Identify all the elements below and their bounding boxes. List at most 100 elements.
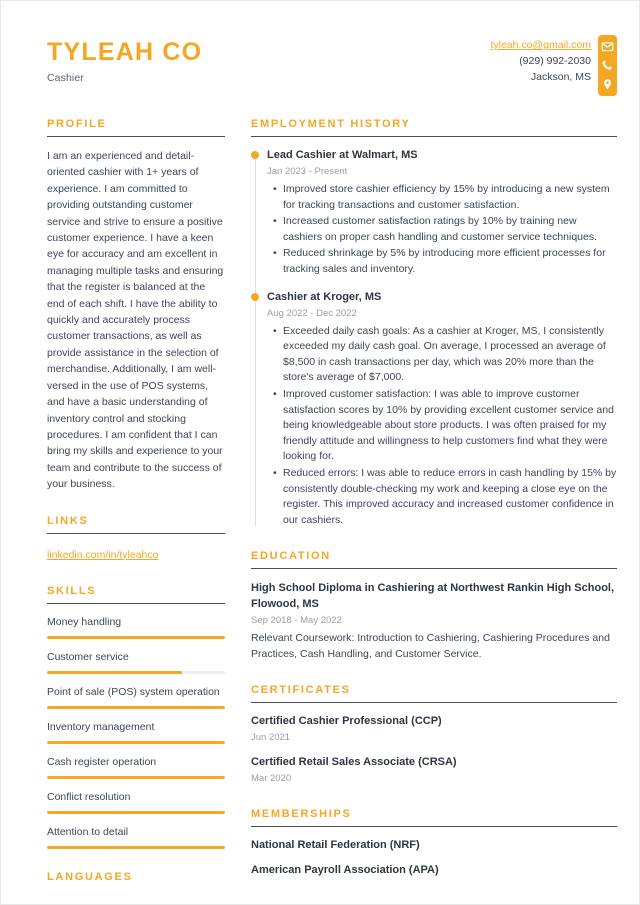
membership-entry: National Retail Federation (NRF)	[251, 839, 420, 852]
employment-bullet: Reduced errors: I was able to reduce err…	[273, 466, 617, 528]
skill-row: Money handling	[47, 615, 225, 639]
skills-list: Money handling Customer service Point of s…	[47, 615, 225, 849]
envelope-icon	[601, 40, 614, 53]
skill-level-track	[47, 845, 225, 849]
skill-row: Customer service	[47, 650, 225, 674]
skill-level-track	[47, 635, 225, 639]
skill-row: Point of sale (POS) system operation	[47, 685, 225, 709]
employment-section: EMPLOYMENT HISTORY Lead Cashier at Walma…	[251, 118, 617, 528]
resume-page: TYLEAH CO Cashier tyleah.co@gmail.com (9…	[0, 0, 640, 905]
links-section: LINKS linkedin.com/in/tyleahco	[47, 515, 225, 563]
skill-level-fill	[47, 705, 225, 709]
memberships-section: MEMBERSHIPS National Retail Federation (…	[251, 808, 617, 878]
sidebar-column: PROFILE I am an experienced and detail-o…	[47, 118, 225, 904]
skill-level-fill	[47, 845, 225, 849]
skill-row: Conflict resolution	[47, 790, 225, 814]
certificate-title: Certified Retail Sales Associate (CRSA)	[251, 756, 457, 769]
skill-level-track	[47, 670, 225, 674]
skills-divider	[47, 602, 225, 604]
education-title: High School Diploma in Cashiering at Nor…	[251, 582, 615, 611]
employment-bullet-list: Exceeded daily cash goals: As a cashier …	[267, 324, 617, 529]
education-heading: EDUCATION	[251, 550, 331, 563]
skill-label: Customer service	[47, 650, 129, 663]
languages-section: LANGUAGES	[47, 871, 225, 889]
certificate-entry: Certified Cashier Professional (CCP) Jun …	[251, 714, 617, 745]
education-entry: High School Diploma in Cashiering at Nor…	[251, 580, 617, 662]
main-column: EMPLOYMENT HISTORY Lead Cashier at Walma…	[225, 118, 617, 900]
skill-row: Inventory management	[47, 720, 225, 744]
certificate-entry: Certified Retail Sales Associate (CRSA) M…	[251, 755, 617, 786]
employment-title: Cashier at Kroger, MS	[267, 290, 382, 303]
timeline-dot-icon	[251, 151, 259, 159]
skill-level-track	[47, 775, 225, 779]
employment-title: Lead Cashier at Walmart, MS	[267, 149, 418, 161]
skill-label: Inventory management	[47, 720, 155, 733]
candidate-job-title: Cashier	[47, 71, 84, 84]
link-item[interactable]: linkedin.com/in/tyleahco	[47, 549, 158, 561]
memberships-divider	[251, 826, 617, 828]
employment-entry: Lead Cashier at Walmart, MS Jan 2023 - Pr…	[251, 148, 617, 278]
contact-block: tyleah.co@gmail.com (929) 992-2030 Jacks…	[490, 35, 617, 96]
timeline-dot-icon	[251, 292, 259, 301]
resume-header: TYLEAH CO Cashier tyleah.co@gmail.com (9…	[1, 1, 639, 96]
employment-heading: EMPLOYMENT HISTORY	[251, 118, 411, 130]
employment-bullet-list: Improved store cashier efficiency by 15%…	[267, 182, 617, 278]
skill-level-fill	[47, 740, 225, 744]
contact-location: Jackson, MS	[530, 71, 591, 83]
phone-icon	[601, 59, 614, 72]
employment-bullet: Exceeded daily cash goals: As a cashier …	[273, 324, 617, 386]
skill-level-fill	[47, 670, 183, 674]
certificate-date: Mar 2020	[251, 773, 292, 785]
education-date: Sep 2018 - May 2022	[251, 615, 342, 627]
skill-level-fill	[47, 775, 225, 779]
location-pin-icon	[601, 78, 614, 91]
profile-heading: PROFILE	[47, 118, 107, 130]
certificates-section: CERTIFICATES Certified Cashier Professio…	[251, 684, 617, 786]
employment-bullet: Improved customer satisfaction: I was ab…	[273, 387, 617, 465]
employment-timeline: Lead Cashier at Walmart, MS Jan 2023 - Pr…	[251, 148, 617, 528]
skill-level-fill	[47, 635, 225, 639]
employment-date: Aug 2022 - Dec 2022	[267, 307, 357, 319]
links-list: linkedin.com/in/tyleahco	[47, 545, 225, 563]
certificates-heading: CERTIFICATES	[251, 684, 351, 697]
profile-section: PROFILE I am an experienced and detail-o…	[47, 118, 225, 493]
contact-icon-rail	[598, 35, 617, 96]
employment-date: Jan 2023 - Present	[267, 166, 348, 177]
certificates-list: Certified Cashier Professional (CCP) Jun …	[251, 714, 617, 786]
skill-label: Money handling	[47, 615, 122, 628]
profile-divider	[47, 136, 225, 137]
skill-row: Cash register operation	[47, 755, 225, 779]
skill-label: Point of sale (POS) system operation	[47, 685, 220, 698]
memberships-heading: MEMBERSHIPS	[251, 808, 352, 821]
employment-bullet: Improved store cashier efficiency by 15%…	[273, 182, 617, 213]
education-description: Relevant Coursework: Introduction to Cas…	[251, 632, 610, 660]
contact-email-link[interactable]: tyleah.co@gmail.com	[490, 37, 591, 53]
skill-level-track	[47, 705, 225, 709]
education-list: High School Diploma in Cashiering at Nor…	[251, 580, 617, 662]
skill-label: Cash register operation	[47, 755, 157, 768]
skill-label: Conflict resolution	[47, 790, 131, 803]
skill-level-fill	[47, 810, 225, 814]
employment-divider	[251, 136, 617, 137]
links-heading: LINKS	[47, 514, 89, 527]
contact-phone: (929) 992-2030	[519, 55, 591, 67]
employment-bullet: Increased customer satisfaction ratings …	[273, 214, 617, 245]
candidate-name: TYLEAH CO	[47, 38, 203, 66]
links-divider	[47, 532, 225, 534]
education-divider	[251, 568, 617, 570]
profile-text: I am an experienced and detail-oriented …	[47, 150, 224, 491]
contact-details: tyleah.co@gmail.com (929) 992-2030 Jacks…	[490, 35, 591, 85]
resume-body: PROFILE I am an experienced and detail-o…	[1, 96, 639, 904]
skill-level-track	[47, 810, 225, 814]
memberships-list: National Retail Federation (NRF) American…	[251, 838, 617, 878]
skill-row: Attention to detail	[47, 825, 225, 849]
identity-block: TYLEAH CO Cashier	[47, 35, 203, 84]
employment-entry: Cashier at Kroger, MS Aug 2022 - Dec 2022…	[251, 290, 617, 529]
skill-level-track	[47, 740, 225, 744]
membership-entry: American Payroll Association (APA)	[251, 864, 439, 877]
certificates-divider	[251, 702, 617, 704]
skills-section: SKILLS Money handling Customer service Poi…	[47, 585, 225, 849]
certificate-title: Certified Cashier Professional (CCP)	[251, 715, 442, 728]
skills-heading: SKILLS	[47, 584, 97, 597]
skill-label: Attention to detail	[47, 825, 129, 838]
